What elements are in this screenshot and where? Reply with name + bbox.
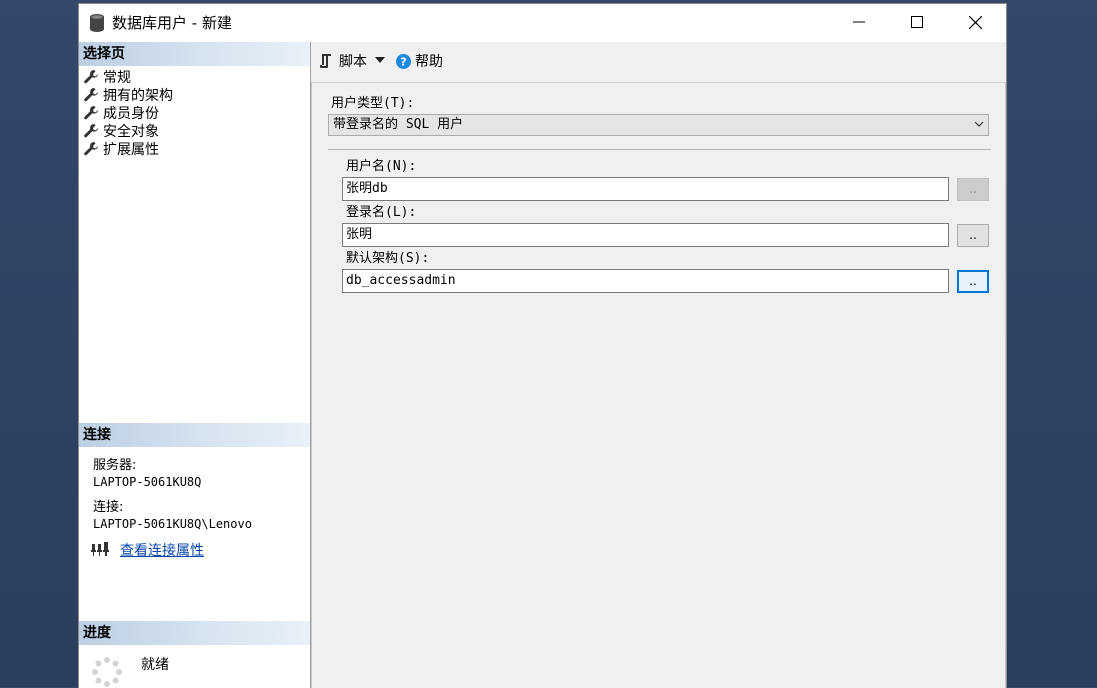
wrench-icon [84, 88, 98, 102]
close-button[interactable] [946, 4, 1004, 40]
page-item-membership[interactable]: 成员身份 [83, 104, 159, 122]
help-label: 帮助 [415, 54, 443, 70]
select-page-header: 选择页 [79, 42, 310, 66]
default-schema-browse-button[interactable]: .. [957, 270, 989, 293]
page-item-extended-properties[interactable]: 扩展属性 [83, 140, 159, 158]
minimize-icon [853, 21, 865, 23]
toolbar: 脚本 ? 帮助 [311, 42, 1006, 83]
progress-header: 进度 [79, 621, 310, 645]
login-name-label: 登录名(L): [346, 205, 417, 220]
view-connection-properties-link[interactable]: 查看连接属性 [120, 540, 204, 560]
window-title: 数据库用户 - 新建 [112, 14, 232, 32]
server-value: LAPTOP-5061KU8Q [93, 475, 202, 489]
page-item-label: 常规 [103, 70, 131, 86]
wrench-icon [84, 106, 98, 120]
section-divider [328, 149, 991, 150]
maximize-button[interactable] [888, 4, 946, 40]
login-name-browse-button[interactable]: .. [957, 224, 989, 247]
user-name-browse-button[interactable]: .. [957, 178, 989, 201]
script-label: 脚本 [339, 54, 367, 70]
close-icon [968, 15, 982, 29]
page-item-securables[interactable]: 安全对象 [83, 122, 159, 140]
user-name-input[interactable]: 张明db [342, 177, 949, 201]
wrench-icon [84, 142, 98, 156]
page-item-label: 安全对象 [103, 124, 159, 140]
title-bar: 数据库用户 - 新建 [79, 4, 1006, 42]
default-schema-label: 默认架构(S): [346, 251, 430, 266]
script-dropdown-button[interactable] [375, 57, 385, 63]
progress-status: 就绪 [141, 657, 169, 673]
svg-text:?: ? [400, 55, 406, 68]
page-item-owned-schemas[interactable]: 拥有的架构 [83, 86, 173, 104]
new-database-user-dialog: 数据库用户 - 新建 选择页 常规 拥有的架构 成员身份 安全对象 扩展属性 连… [78, 3, 1007, 688]
page-item-label: 扩展属性 [103, 142, 159, 158]
user-name-label: 用户名(N): [346, 159, 417, 174]
login-name-input[interactable]: 张明 [342, 223, 949, 247]
help-button[interactable]: ? 帮助 [396, 51, 443, 71]
connection-properties-icon [91, 542, 109, 556]
dropdown-arrow-icon [375, 57, 385, 63]
help-icon: ? [396, 53, 411, 69]
user-type-select[interactable]: 带登录名的 SQL 用户 [328, 114, 989, 136]
wrench-icon [84, 124, 98, 138]
database-icon [90, 14, 104, 32]
connection-value: LAPTOP-5061KU8Q\Lenovo [93, 517, 252, 531]
user-type-value: 带登录名的 SQL 用户 [333, 117, 464, 132]
page-item-label: 拥有的架构 [103, 88, 173, 104]
general-page-content: 用户类型(T): 带登录名的 SQL 用户 用户名(N): 张明db .. 登录… [311, 83, 1006, 688]
connection-label: 连接: [93, 500, 124, 515]
page-item-label: 成员身份 [103, 106, 159, 122]
wrench-icon [84, 70, 98, 84]
default-schema-input[interactable]: db_accessadmin [342, 269, 949, 293]
connection-header: 连接 [79, 423, 310, 447]
left-pane: 选择页 常规 拥有的架构 成员身份 安全对象 扩展属性 连接 服务器: LAPT… [79, 42, 311, 688]
server-label: 服务器: [93, 458, 137, 473]
script-button[interactable]: 脚本 [319, 51, 367, 71]
maximize-icon [911, 16, 923, 28]
chevron-down-icon [974, 121, 984, 127]
user-type-label: 用户类型(T): [331, 96, 415, 111]
progress-spinner-icon [92, 657, 122, 687]
minimize-button[interactable] [830, 4, 888, 40]
script-icon [320, 54, 331, 68]
right-pane: 脚本 ? 帮助 用户类型(T): 带登录名的 SQL 用户 用户名(N): 张明… [311, 42, 1006, 688]
page-item-general[interactable]: 常规 [83, 68, 131, 86]
